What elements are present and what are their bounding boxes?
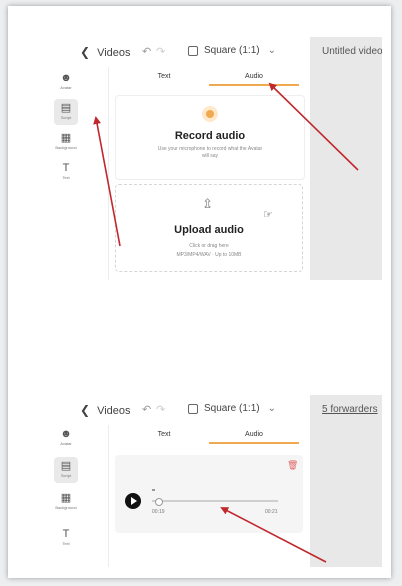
back-to-videos-button[interactable]: ❮ Videos xyxy=(80,45,131,59)
time-current: 00:19 xyxy=(152,509,165,515)
redo-icon[interactable]: ↷ xyxy=(156,45,165,58)
rail-item-text[interactable]: T Text xyxy=(54,159,78,185)
aspect-ratio-select[interactable]: Square (1:1) ⌄ xyxy=(188,403,276,414)
text-icon: T xyxy=(62,162,70,174)
rail-item-avatar[interactable]: ☻ Avatar xyxy=(54,69,78,95)
script-icon: ▤ xyxy=(60,460,72,472)
canvas-area: 5 forwarders xyxy=(310,395,382,567)
rail-item-avatar[interactable]: ☻ Avatar xyxy=(54,425,78,451)
video-title[interactable]: Untitled video xyxy=(322,46,382,57)
upload-audio-dropzone[interactable]: ⇫ ☞ Upload audio Click or drag here MP3/… xyxy=(115,184,303,272)
chevron-down-icon: ⌄ xyxy=(267,403,276,414)
video-title[interactable]: 5 forwarders xyxy=(322,404,378,415)
rail-item-background[interactable]: ▦ Background xyxy=(54,489,78,515)
upload-audio-title: Upload audio xyxy=(174,224,244,236)
record-audio-card[interactable]: Record audio Use your microphone to reco… xyxy=(115,95,305,180)
undo-icon[interactable]: ↶ xyxy=(142,45,151,58)
editor-panel-bottom: ❮ Videos ↶ ↷ Square (1:1) ⌄ 5 forwarders … xyxy=(52,395,382,567)
grid-icon: ▦ xyxy=(60,492,72,504)
tab-text[interactable]: Text xyxy=(119,428,209,442)
chevron-left-icon: ❮ xyxy=(80,45,91,59)
tab-audio[interactable]: Audio xyxy=(209,70,299,86)
upload-icon: ⇫ xyxy=(202,196,213,211)
back-to-videos-button[interactable]: ❮ Videos xyxy=(80,403,131,417)
person-icon: ☻ xyxy=(60,428,72,440)
play-button[interactable] xyxy=(125,493,141,509)
editor-panel-top: ❮ Videos ↶ ↷ Square (1:1) ⌄ Untitled vide… xyxy=(52,37,382,280)
script-content: Text Audio 🗑 00:19 00:21 xyxy=(108,425,309,567)
document-sheet: ❮ Videos ↶ ↷ Square (1:1) ⌄ Untitled vide… xyxy=(8,6,391,578)
record-icon xyxy=(202,106,218,122)
tab-audio[interactable]: Audio xyxy=(209,428,299,444)
redo-icon[interactable]: ↷ xyxy=(156,403,165,416)
square-icon xyxy=(188,403,198,414)
aspect-ratio-select[interactable]: Square (1:1) ⌄ xyxy=(188,45,276,56)
trash-icon[interactable]: 🗑 xyxy=(287,460,298,471)
square-icon xyxy=(188,45,198,56)
rail-item-text[interactable]: T Text xyxy=(54,525,78,551)
rail-item-background[interactable]: ▦ Background xyxy=(54,129,78,155)
rail-item-script[interactable]: ▤ Script xyxy=(54,99,78,125)
hand-cursor-icon: ☞ xyxy=(263,209,273,221)
script-content: Text Audio Record audio Use your microph… xyxy=(108,67,309,280)
upload-hint: Click or drag here xyxy=(189,243,229,249)
chevron-down-icon: ⌄ xyxy=(267,45,276,56)
rail-item-script[interactable]: ▤ Script xyxy=(54,457,78,483)
script-icon: ▤ xyxy=(60,102,72,114)
time-total: 00:21 xyxy=(265,509,278,515)
record-audio-title: Record audio xyxy=(174,130,246,142)
undo-icon[interactable]: ↶ xyxy=(142,403,151,416)
progress-thumb[interactable] xyxy=(155,498,164,506)
text-icon: T xyxy=(62,528,70,540)
chevron-left-icon: ❮ xyxy=(80,403,91,417)
person-icon: ☻ xyxy=(60,72,72,84)
audio-player: 🗑 00:19 00:21 xyxy=(115,455,303,533)
upload-formats: MP3/MP4/WAV · Up to 10MB xyxy=(176,252,242,258)
record-audio-description: Use your microphone to record what the A… xyxy=(157,146,263,159)
grid-icon: ▦ xyxy=(60,132,72,144)
script-tabs: Text Audio xyxy=(119,70,299,86)
progress-track[interactable] xyxy=(152,498,278,506)
script-tabs: Text Audio xyxy=(119,428,299,444)
canvas-area: Untitled video xyxy=(310,37,382,280)
progress-marker xyxy=(152,489,155,491)
tab-text[interactable]: Text xyxy=(119,70,209,84)
